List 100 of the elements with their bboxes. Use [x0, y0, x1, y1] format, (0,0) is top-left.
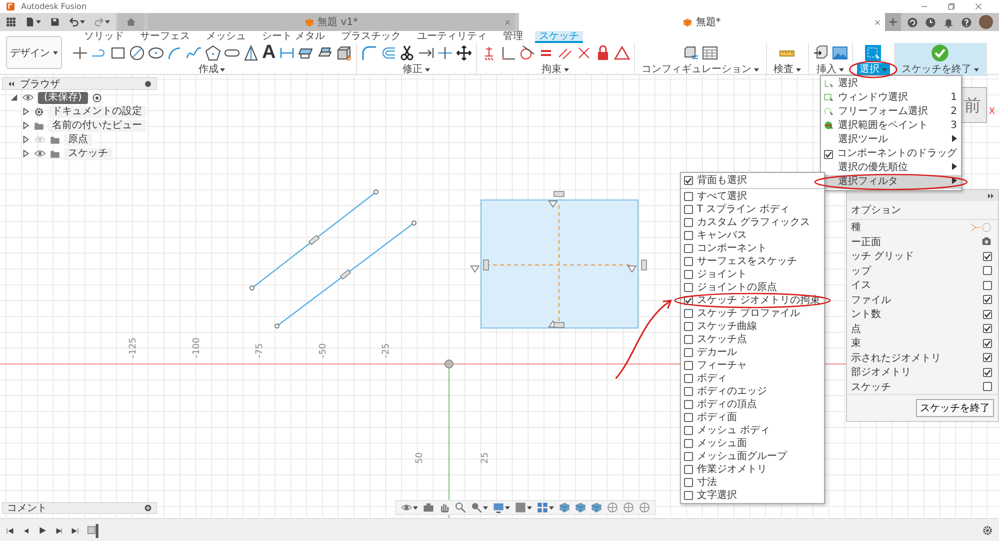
menu-item[interactable]: サーフェスをスケッチ	[680, 255, 824, 268]
target-icon[interactable]	[92, 92, 102, 102]
play-icon[interactable]	[38, 526, 47, 535]
dimension-handle[interactable]	[641, 260, 647, 270]
menu-item[interactable]: ボディ面	[680, 411, 824, 424]
monitor-icon[interactable]	[493, 502, 504, 513]
eye-icon[interactable]	[34, 149, 46, 158]
checkbox[interactable]	[983, 280, 992, 290]
cube-icon[interactable]	[575, 502, 586, 513]
clock-icon[interactable]	[925, 16, 936, 28]
browser-item[interactable]: 原点	[64, 134, 92, 146]
corner-icon[interactable]	[500, 45, 516, 61]
undo-icon[interactable]	[69, 17, 79, 27]
finish-sketch-button[interactable]: スケッチを終了	[916, 399, 994, 417]
expand-arrow-icon[interactable]	[10, 93, 18, 102]
menu-item[interactable]: フィーチャ	[680, 359, 824, 372]
menu-item[interactable]: ジョイントの原点	[680, 281, 824, 294]
close-icon[interactable]	[504, 19, 510, 26]
menu-item[interactable]: 背面も選択	[680, 174, 824, 187]
menu-item[interactable]: カスタム グラフィックス	[680, 216, 824, 229]
dimension-handle[interactable]	[554, 322, 564, 328]
step-back-icon[interactable]	[22, 526, 30, 534]
eye-icon[interactable]	[22, 93, 34, 102]
checkbox[interactable]	[983, 368, 992, 377]
menu-item[interactable]: キャンバス	[680, 229, 824, 242]
zoom-icon[interactable]	[455, 502, 466, 513]
avatar[interactable]	[979, 15, 993, 29]
group-menu-button[interactable]: 作成	[195, 63, 228, 76]
cross-line-icon[interactable]	[436, 45, 453, 61]
menu-item[interactable]: 作業ジオメトリ	[680, 463, 824, 476]
ribbon-tab[interactable]: シート メタル	[258, 31, 330, 43]
ribbon-tab[interactable]: 管理	[499, 31, 528, 43]
expand-arrow-icon[interactable]	[22, 121, 30, 130]
pin-icon[interactable]	[144, 80, 152, 88]
cross-lines-icon[interactable]	[576, 45, 592, 61]
menu-item[interactable]: コンポーネントのドラッグ	[821, 147, 961, 161]
ribbon-tab[interactable]: プラスチック	[337, 31, 406, 43]
step-forward-icon[interactable]	[55, 526, 63, 534]
dimension-handle[interactable]	[554, 191, 564, 197]
checkbox[interactable]	[983, 266, 992, 276]
menu-item[interactable]: 文字選択	[680, 489, 824, 502]
checkbox[interactable]	[983, 295, 992, 304]
bell-icon[interactable]	[943, 16, 954, 28]
menu-item[interactable]: 選択ツール	[821, 133, 961, 147]
target-icon[interactable]	[623, 502, 634, 513]
ribbon-tab[interactable]: メッシュ	[202, 31, 250, 43]
selection-box-icon[interactable]	[865, 45, 882, 61]
file-icon[interactable]	[25, 17, 35, 27]
browser-item[interactable]: 名前の付いたビュー	[48, 120, 146, 132]
ribbon-tab[interactable]: ユーティリティ	[413, 31, 492, 43]
cube-icon[interactable]	[591, 502, 602, 513]
checkbox[interactable]	[983, 338, 992, 348]
menu-item[interactable]: メッシュ面	[680, 437, 824, 450]
ribbon-tab[interactable]: サーフェス	[136, 31, 194, 43]
menu-item[interactable]: スケッチ点	[680, 333, 824, 346]
settings-icon[interactable]	[982, 525, 993, 536]
camera-icon[interactable]	[981, 236, 992, 248]
menu-item[interactable]: ジョイント	[680, 268, 824, 281]
fillet-icon[interactable]	[360, 45, 377, 61]
menu-item[interactable]: ボディの頂点	[680, 398, 824, 411]
image-icon[interactable]	[832, 45, 848, 61]
close-icon[interactable]	[874, 19, 881, 26]
document-tab[interactable]: 無題*	[518, 13, 885, 31]
rectangle-icon[interactable]	[110, 45, 126, 61]
checkbox[interactable]	[983, 310, 992, 319]
menu-item[interactable]: スケッチ曲線	[680, 320, 824, 333]
orbit-icon[interactable]	[401, 502, 412, 513]
expand-arrow-icon[interactable]	[22, 149, 30, 158]
triangle-icon[interactable]	[243, 45, 259, 61]
group-menu-button[interactable]: 検査	[770, 63, 804, 76]
extend-icon[interactable]	[418, 45, 434, 61]
menu-item[interactable]: すべて選択	[680, 190, 824, 203]
plus-icon[interactable]	[888, 17, 898, 27]
skip-back-icon[interactable]	[6, 526, 14, 534]
zoom-icon[interactable]	[471, 502, 482, 513]
ellipse-icon[interactable]	[148, 45, 164, 61]
restore-icon[interactable]	[947, 2, 956, 11]
group-menu-button[interactable]: 挿入	[814, 63, 847, 76]
group-menu-button[interactable]: 拘束	[538, 63, 572, 76]
document-tab[interactable]: 無題 v1*	[148, 13, 514, 31]
cube-icon[interactable]	[559, 502, 570, 513]
cube-arrow-icon[interactable]	[812, 45, 829, 61]
check-circle-icon[interactable]	[931, 44, 950, 62]
apps-grid-icon[interactable]	[6, 17, 16, 27]
checkbox[interactable]	[983, 324, 992, 334]
target-icon[interactable]	[639, 502, 650, 513]
checkbox[interactable]	[983, 353, 992, 362]
dimension-handle[interactable]	[483, 260, 489, 270]
collapse-arrows-icon[interactable]	[7, 80, 15, 88]
menu-item[interactable]: 選択の優先順位	[821, 161, 961, 175]
target-icon[interactable]	[607, 502, 618, 513]
grid-icon[interactable]	[537, 502, 548, 513]
add-icon[interactable]	[144, 504, 152, 512]
browser-item[interactable]: スケッチ	[64, 148, 112, 160]
expand-arrows-icon[interactable]	[987, 192, 995, 200]
timeline-marker-icon[interactable]	[87, 524, 101, 538]
skip-forward-icon[interactable]	[71, 526, 79, 534]
workspace-button[interactable]: デザイン	[6, 36, 62, 69]
camera-icon[interactable]	[423, 502, 434, 513]
menu-item[interactable]: メッシュ ボディ	[680, 424, 824, 437]
